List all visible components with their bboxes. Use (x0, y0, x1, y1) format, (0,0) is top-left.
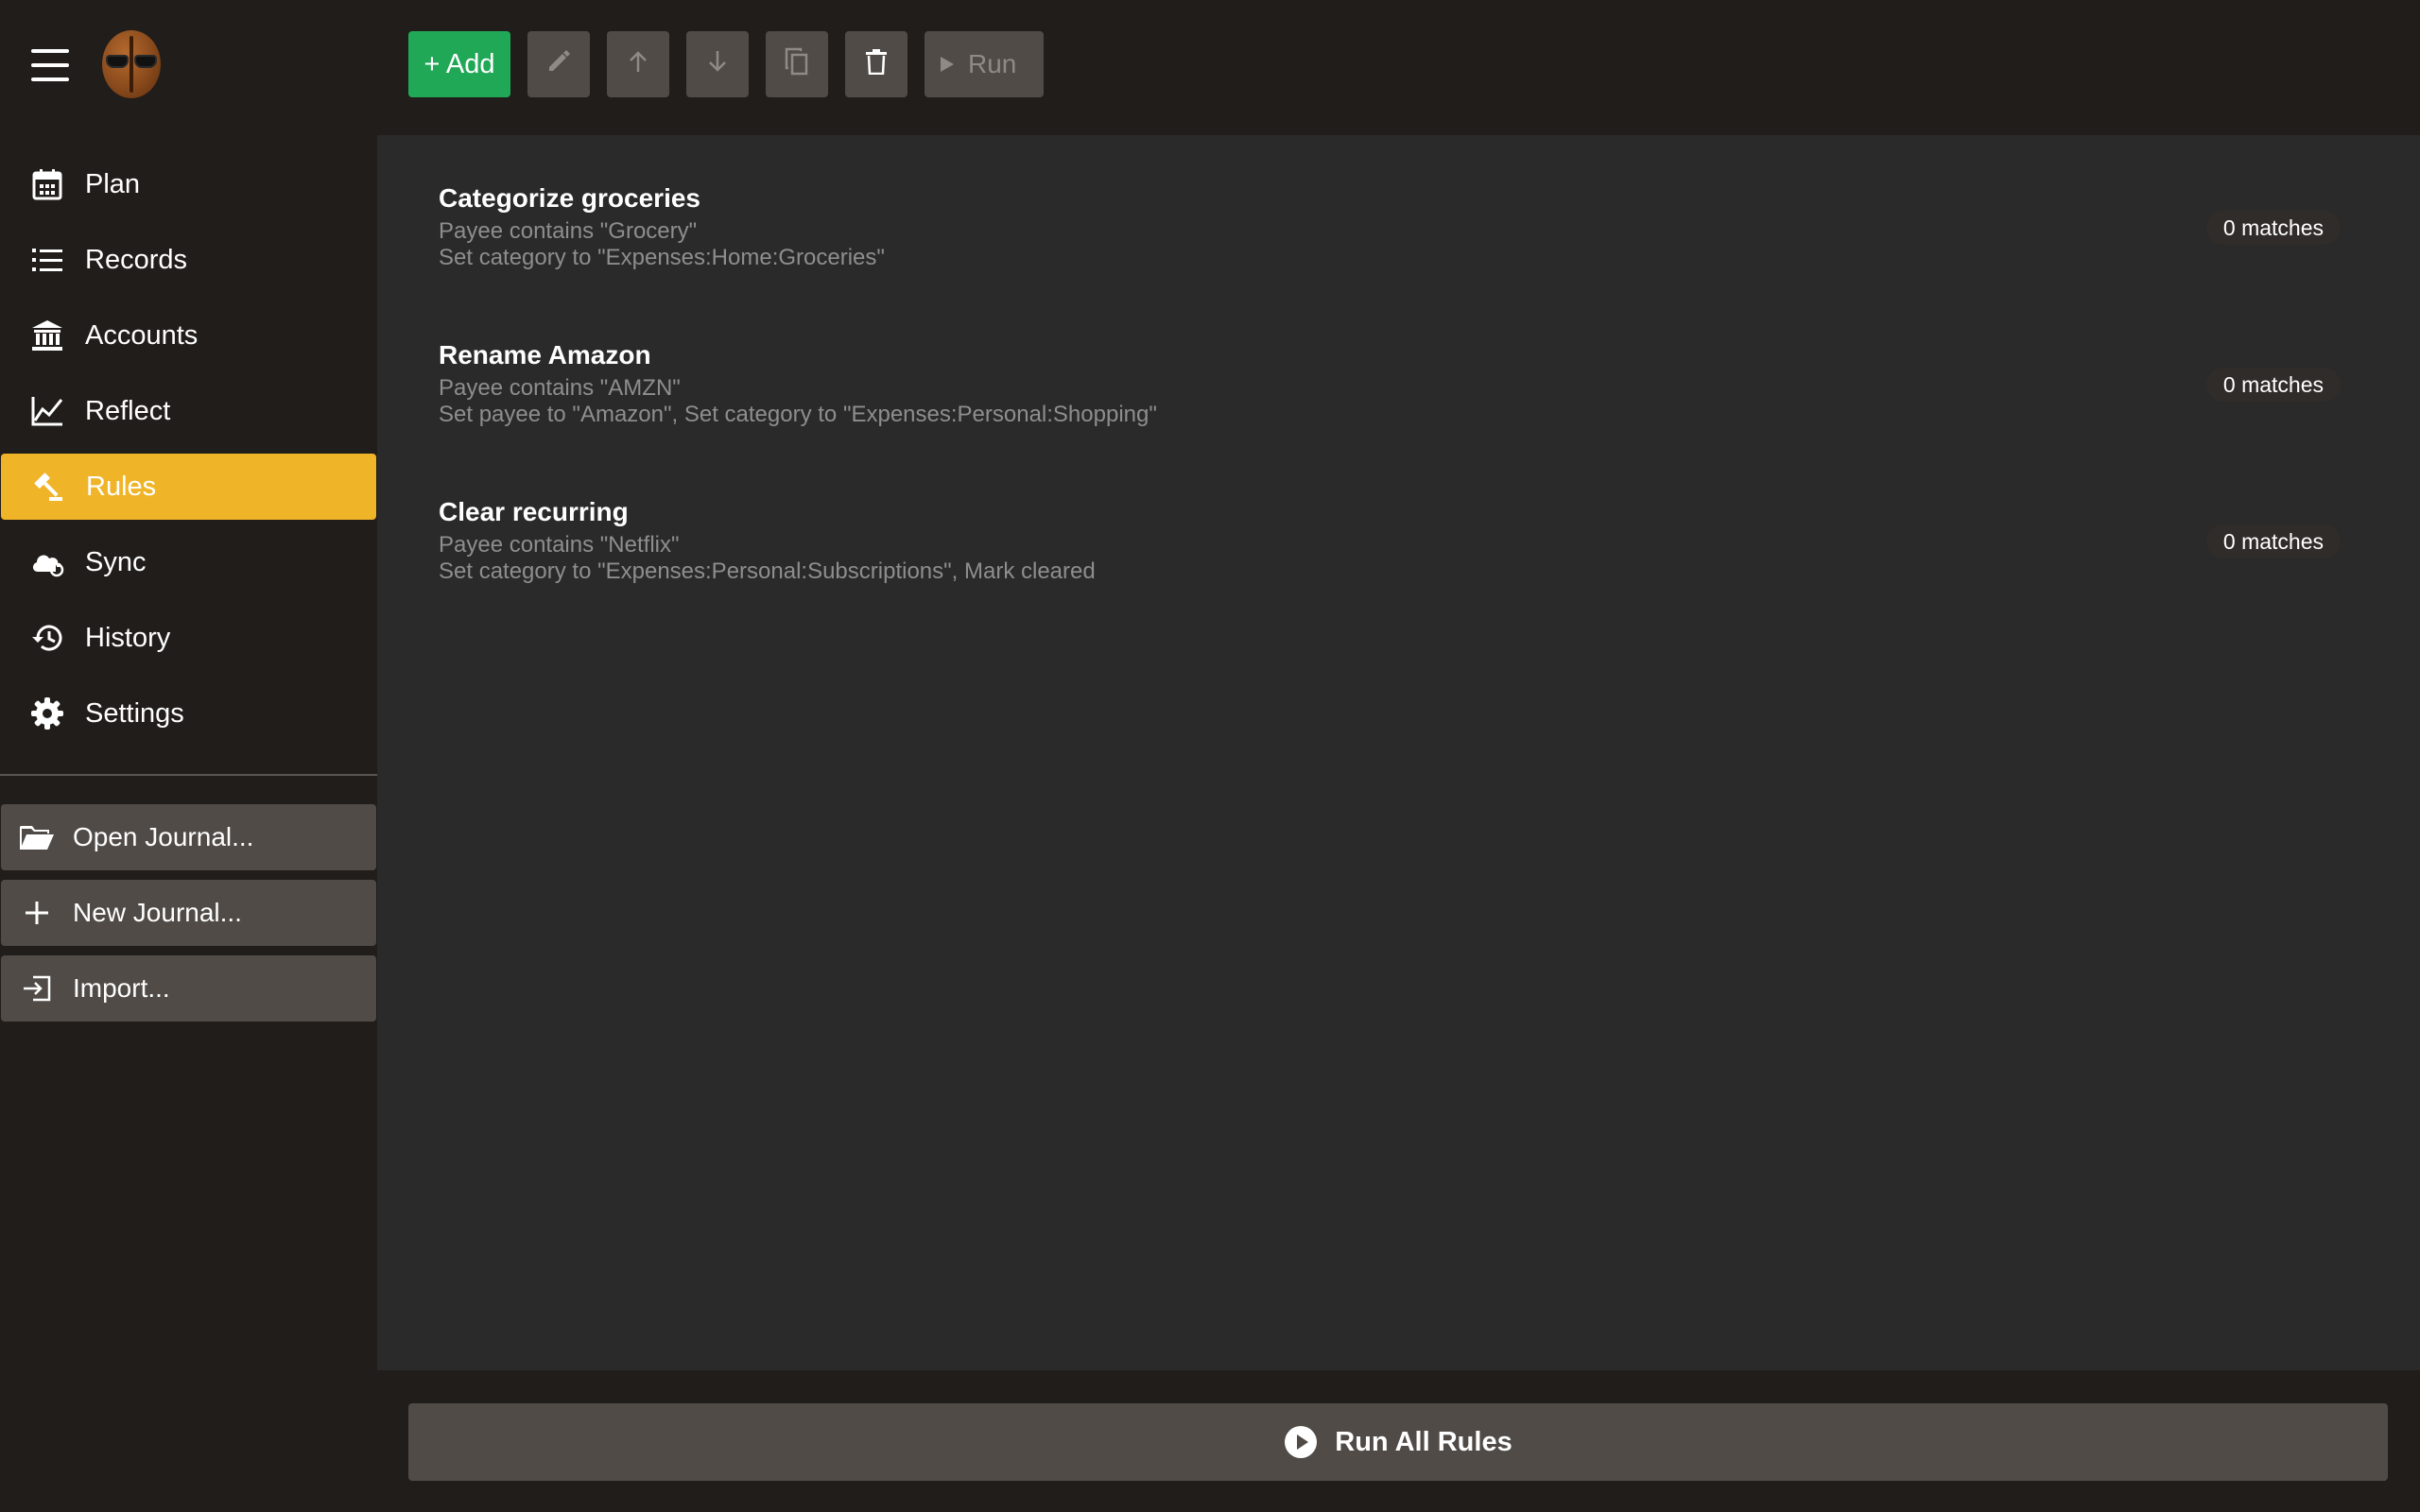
nav-item-settings[interactable]: Settings (0, 680, 377, 747)
nav-item-rules[interactable]: Rules (1, 454, 376, 520)
app-logo (102, 30, 161, 98)
gear-icon (30, 696, 64, 730)
cloud-sync-icon (30, 545, 64, 579)
add-rule-button[interactable]: + Add (408, 31, 510, 97)
rule-condition: Payee contains "AMZN" (439, 375, 681, 401)
line-chart-icon (30, 394, 64, 428)
nav-item-records[interactable]: Records (0, 227, 377, 293)
pencil-icon (546, 49, 571, 80)
sidebar: Plan Records Accounts Reflect Rules Sync… (0, 0, 377, 1512)
calendar-icon (30, 167, 64, 201)
main-nav: Plan Records Accounts Reflect Rules Sync… (0, 151, 377, 756)
rule-condition: Payee contains "Grocery" (439, 218, 698, 244)
import-icon (18, 971, 56, 1005)
history-icon (30, 621, 64, 655)
nav-item-label: Settings (85, 697, 184, 729)
action-label: New Journal... (73, 898, 242, 927)
nav-item-label: Reflect (85, 395, 171, 426)
run-all-label: Run All Rules (1335, 1426, 1512, 1457)
run-all-rules-button[interactable]: Run All Rules (408, 1403, 2388, 1481)
delete-rule-button[interactable] (845, 31, 908, 97)
arrow-down-icon (705, 49, 730, 80)
rules-toolbar: + Add Run (408, 31, 1061, 97)
rule-actions: Set payee to "Amazon", Set category to "… (439, 402, 1157, 427)
nav-item-label: Sync (85, 546, 147, 577)
copy-icon (785, 47, 809, 82)
sidebar-divider (0, 774, 377, 776)
gavel-icon (31, 470, 65, 504)
rule-actions: Set category to "Expenses:Home:Groceries… (439, 245, 885, 270)
nav-item-plan[interactable]: Plan (0, 151, 377, 217)
rules-list: Categorize groceries Payee contains "Gro… (377, 135, 2420, 1370)
run-label: Run (968, 49, 1017, 78)
move-down-button[interactable] (686, 31, 749, 97)
nav-item-label: Plan (85, 168, 141, 199)
list-icon (30, 243, 64, 277)
action-label: Open Journal... (73, 822, 254, 851)
trash-icon (865, 48, 888, 81)
rule-item[interactable]: Categorize groceries Payee contains "Gro… (439, 182, 2358, 339)
nav-item-sync[interactable]: Sync (0, 529, 377, 595)
plus-icon (18, 896, 56, 930)
action-label: Import... (73, 973, 170, 1003)
folder-open-icon (18, 820, 56, 854)
rule-actions: Set category to "Expenses:Personal:Subsc… (439, 558, 1096, 584)
match-count-badge: 0 matches (2205, 524, 2341, 558)
rule-name: Categorize groceries (439, 183, 700, 213)
move-up-button[interactable] (607, 31, 669, 97)
nav-item-label: Records (85, 244, 187, 275)
edit-rule-button[interactable] (527, 31, 590, 97)
duplicate-rule-button[interactable] (766, 31, 828, 97)
footer-bar: Run All Rules (377, 1370, 2420, 1512)
nav-item-label: Accounts (85, 319, 199, 351)
rule-name: Rename Amazon (439, 340, 651, 369)
nav-item-history[interactable]: History (0, 605, 377, 671)
rule-item[interactable]: Clear recurring Payee contains "Netflix"… (439, 496, 2358, 653)
play-icon (940, 49, 955, 79)
import-button[interactable]: Import... (1, 955, 376, 1022)
rule-name: Clear recurring (439, 497, 629, 526)
menu-icon[interactable] (31, 49, 69, 81)
nav-item-reflect[interactable]: Reflect (0, 378, 377, 444)
play-circle-icon (1284, 1425, 1318, 1459)
rule-item[interactable]: Rename Amazon Payee contains "AMZN" Set … (439, 339, 2358, 496)
nav-item-accounts[interactable]: Accounts (0, 302, 377, 369)
nav-item-label: Rules (86, 471, 157, 502)
run-rule-button[interactable]: Run (925, 31, 1044, 97)
app-window: Plan Records Accounts Reflect Rules Sync… (0, 0, 2420, 1512)
rule-condition: Payee contains "Netflix" (439, 532, 680, 558)
open-journal-button[interactable]: Open Journal... (1, 804, 376, 870)
bank-icon (30, 318, 64, 352)
match-count-badge: 0 matches (2205, 368, 2341, 402)
new-journal-button[interactable]: New Journal... (1, 880, 376, 946)
nav-item-label: History (85, 622, 171, 653)
arrow-up-icon (626, 49, 650, 80)
journal-actions: Open Journal... New Journal... Import... (1, 804, 376, 1031)
match-count-badge: 0 matches (2205, 211, 2341, 245)
